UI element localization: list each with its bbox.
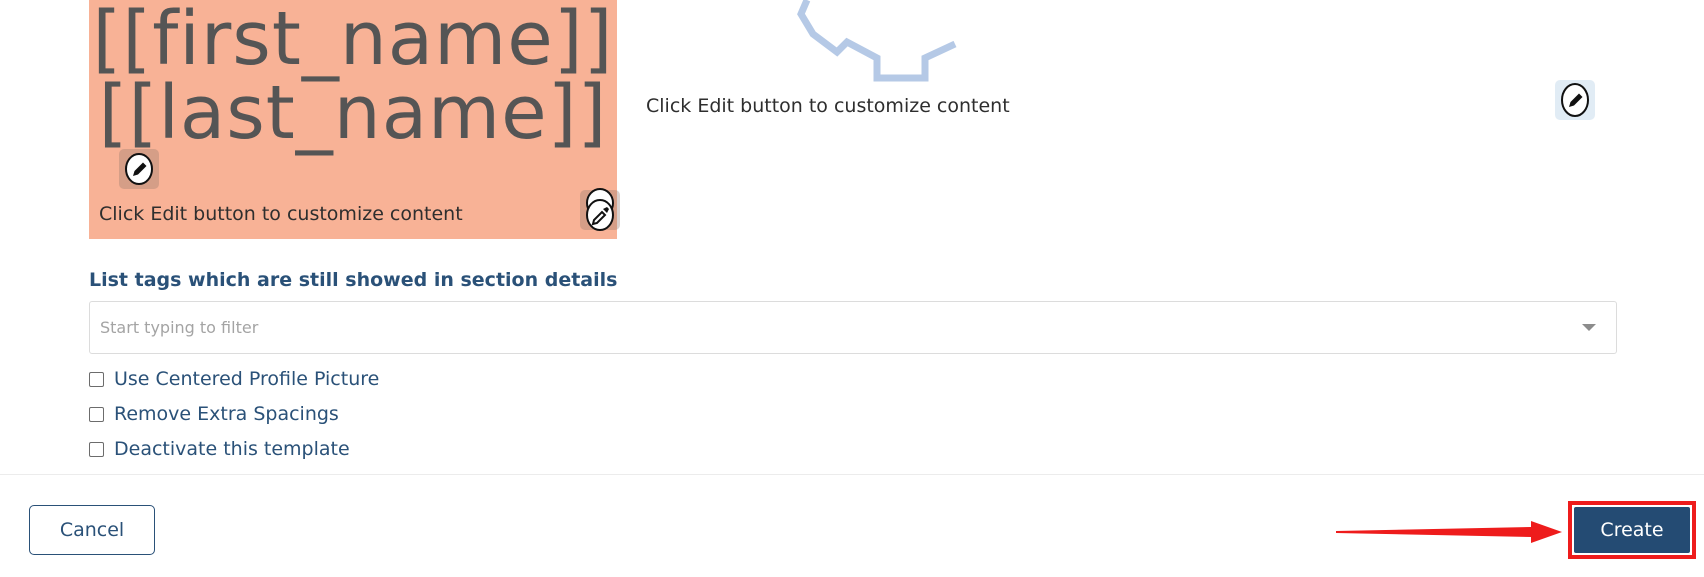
right-panel-caption: Click Edit button to customize content [646, 95, 1010, 117]
name-edit-button[interactable] [119, 149, 159, 189]
tags-filter-input[interactable] [100, 302, 1560, 353]
option-remove-extra-spacings[interactable]: Remove Extra Spacings [89, 403, 339, 425]
option-label: Remove Extra Spacings [114, 403, 339, 425]
create-button[interactable]: Create [1574, 507, 1690, 553]
deactivate-template-checkbox[interactable] [89, 441, 104, 457]
first-name-tag: [[first_name]] [92, 0, 614, 82]
template-preview-card: [[first_name]] [[last_name]] Click Edit … [89, 0, 620, 239]
pencil-edit-icon [125, 153, 153, 185]
option-deactivate-template[interactable]: Deactivate this template [89, 438, 350, 460]
footer-divider [0, 474, 1704, 475]
chevron-down-icon[interactable] [1582, 324, 1596, 331]
tags-filter-select[interactable] [89, 301, 1617, 354]
option-centered-profile-picture[interactable]: Use Centered Profile Picture [89, 368, 379, 390]
option-label: Deactivate this template [114, 438, 350, 460]
pencil-edit-icon [1561, 83, 1589, 117]
remove-spacings-checkbox[interactable] [89, 406, 104, 422]
gear-icon [797, 0, 957, 82]
card-edit-button[interactable] [580, 188, 620, 231]
centered-profile-checkbox[interactable] [89, 371, 104, 387]
card-content-caption: Click Edit button to customize content [99, 203, 463, 225]
eyedropper-icon [586, 188, 614, 231]
cancel-button[interactable]: Cancel [29, 505, 155, 555]
option-label: Use Centered Profile Picture [114, 368, 380, 390]
arrow-right-icon [1336, 521, 1562, 543]
tags-section-label: List tags which are still showed in sect… [89, 269, 618, 291]
last-name-tag: [[last_name]] [98, 70, 608, 156]
right-panel-edit-button[interactable] [1555, 80, 1595, 120]
